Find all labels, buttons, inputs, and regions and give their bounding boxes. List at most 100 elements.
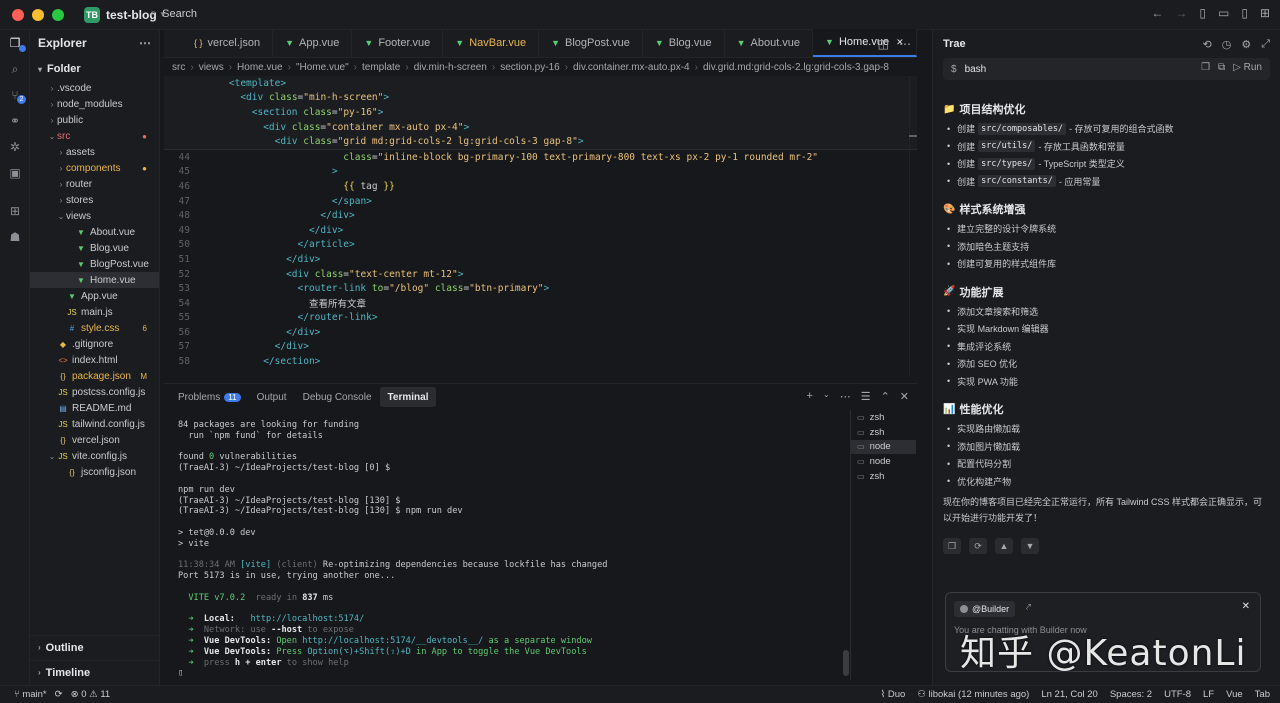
copy-icon[interactable]: ❐ bbox=[1201, 62, 1210, 73]
tree-item[interactable]: {} vercel.json bbox=[30, 432, 159, 448]
sticky-scroll[interactable]: <template> <div class = "min-h-screen" > <s… bbox=[164, 76, 917, 150]
tree-item[interactable]: ⌄ src ● bbox=[30, 128, 159, 144]
breadcrumb-item[interactable]: div.container.mx-auto.px-4 bbox=[573, 62, 690, 73]
tab-debug-console[interactable]: Debug Console bbox=[295, 387, 380, 407]
toggle-right-panel-icon[interactable]: ▯ bbox=[1241, 6, 1248, 20]
tree-item[interactable]: <> index.html bbox=[30, 352, 159, 368]
back-arrow-icon[interactable]: ← bbox=[1151, 6, 1163, 20]
tree-item[interactable]: ▼ BlogPost.vue bbox=[30, 256, 159, 272]
extensions-activity[interactable]: ⊞ bbox=[0, 198, 30, 224]
tree-item[interactable]: ▼ Home.vue bbox=[30, 272, 159, 288]
chevron-down-icon[interactable]: ⌄ bbox=[823, 390, 830, 403]
tree-item[interactable]: # style.css 6 bbox=[30, 320, 159, 336]
encoding[interactable]: UTF-8 bbox=[1164, 689, 1191, 700]
breadcrumb-item[interactable]: div.grid.md:grid-cols-2.lg:grid-cols-3.g… bbox=[703, 62, 889, 73]
code-line[interactable]: 44 class = "inline-block bg-primary-100 te… bbox=[164, 150, 917, 165]
more-actions-icon[interactable]: ⋯ bbox=[840, 390, 851, 403]
code-line[interactable]: 48 </div> bbox=[164, 208, 917, 223]
tree-item[interactable]: ⌄ views bbox=[30, 208, 159, 224]
code-line[interactable]: 46 {{ tag }} bbox=[164, 179, 917, 194]
tree-item[interactable]: › .vscode bbox=[30, 80, 159, 96]
insert-icon[interactable]: ⧉ bbox=[1218, 62, 1225, 73]
builder-chip[interactable]: @Builder bbox=[954, 601, 1016, 617]
code-line[interactable]: 50 </article> bbox=[164, 238, 917, 253]
expand-icon[interactable]: ⤢ bbox=[1261, 38, 1270, 51]
tab-blog-vue[interactable]: ▼ Blog.vue bbox=[643, 29, 725, 57]
source-control-activity[interactable]: ⑂ 2 bbox=[0, 82, 30, 108]
tree-item[interactable]: › router bbox=[30, 176, 159, 192]
debug-activity[interactable]: ✲ bbox=[0, 134, 30, 160]
terminal-output[interactable]: 84 packages are looking for funding run … bbox=[178, 420, 607, 679]
zoom-window-button[interactable] bbox=[52, 8, 64, 21]
tree-item[interactable]: › node_modules bbox=[30, 96, 159, 112]
tab-vercel-json[interactable]: { } vercel.json bbox=[182, 29, 274, 57]
terminal-session-node[interactable]: ▭ node bbox=[851, 454, 916, 469]
code-line[interactable]: <template> bbox=[164, 76, 917, 91]
more-actions-icon[interactable]: ⋯ bbox=[899, 37, 911, 51]
regenerate-icon[interactable]: ⟳ bbox=[969, 538, 987, 554]
forward-arrow-icon[interactable]: → bbox=[1175, 6, 1187, 20]
code-line[interactable]: <div class = "min-h-screen" > bbox=[164, 91, 917, 106]
tree-item[interactable]: › stores bbox=[30, 192, 159, 208]
project-badge[interactable]: TB bbox=[84, 6, 100, 23]
tool-icon[interactable]: ⤤ bbox=[1026, 602, 1031, 613]
code-line[interactable]: 51 </div> bbox=[164, 252, 917, 267]
tree-item[interactable]: › assets bbox=[30, 144, 159, 160]
terminal-session-zsh[interactable]: ▭ zsh bbox=[851, 425, 916, 440]
line-ending[interactable]: LF bbox=[1203, 689, 1214, 700]
customize-layout-icon[interactable]: ⊞ bbox=[1260, 6, 1270, 20]
tree-item[interactable]: ▼ About.vue bbox=[30, 224, 159, 240]
tree-item[interactable]: JS postcss.config.js bbox=[30, 384, 159, 400]
code-line[interactable]: 47 </span> bbox=[164, 194, 917, 209]
toggle-sidebar-icon[interactable]: ▯ bbox=[1199, 6, 1206, 20]
sync-icon[interactable]: ⟳ bbox=[55, 689, 63, 700]
run-button[interactable]: ▷ Run bbox=[1233, 62, 1262, 73]
folder-section-header[interactable]: ▾ Folder bbox=[30, 58, 159, 80]
close-panel-icon[interactable]: ✕ bbox=[900, 390, 909, 403]
breadcrumb-item[interactable]: section.py-16 bbox=[500, 62, 559, 73]
toggle-panel-icon[interactable]: ▭ bbox=[1218, 6, 1229, 20]
code-lines[interactable]: 44 class = "inline-block bg-primary-100 te… bbox=[164, 150, 917, 369]
terminal-layout-icon[interactable]: ☰ bbox=[861, 390, 871, 403]
terminal-scrollbar[interactable] bbox=[843, 650, 849, 676]
duo-status[interactable]: ⌇ Duo bbox=[881, 689, 906, 700]
terminal-session-node[interactable]: ▭ node bbox=[851, 439, 916, 455]
code-line[interactable]: <section class = "py-16" > bbox=[164, 105, 917, 120]
add-terminal-icon[interactable]: + bbox=[807, 390, 813, 403]
close-icon[interactable]: ✕ bbox=[1242, 601, 1250, 612]
more-actions-icon[interactable]: ⋯ bbox=[139, 36, 151, 50]
tree-item[interactable]: › components ● bbox=[30, 160, 159, 176]
code-line[interactable]: 56 </div> bbox=[164, 325, 917, 340]
maximize-panel-icon[interactable]: ⌃ bbox=[881, 390, 890, 403]
tree-item[interactable]: ⌄ JS vite.config.js bbox=[30, 448, 159, 464]
code-line[interactable]: <div class = "container mx-auto px-4" > bbox=[164, 120, 917, 135]
code-line[interactable]: 52 <div class = "text-center mt-12" > bbox=[164, 267, 917, 282]
breadcrumb-item[interactable]: "Home.vue" bbox=[296, 62, 349, 73]
tree-item[interactable]: ◆ .gitignore bbox=[30, 336, 159, 352]
tab-blogpost-vue[interactable]: ▼ BlogPost.vue bbox=[539, 29, 643, 57]
terminal-session-zsh[interactable]: ▭ zsh bbox=[851, 410, 916, 425]
extensions-link-activity[interactable]: ⚭ bbox=[0, 108, 30, 134]
tree-item[interactable]: › public bbox=[30, 112, 159, 128]
tree-item[interactable]: JS main.js bbox=[30, 304, 159, 320]
tab-footer-vue[interactable]: ▼ Footer.vue bbox=[352, 29, 444, 57]
terminal-session-zsh[interactable]: ▭ zsh bbox=[851, 469, 916, 484]
tab-app-vue[interactable]: ▼ App.vue bbox=[273, 29, 353, 57]
cursor-position[interactable]: Ln 21, Col 20 bbox=[1041, 689, 1098, 700]
mcp-activity[interactable]: ☗ bbox=[0, 224, 30, 250]
breadcrumb-item[interactable]: views bbox=[199, 62, 224, 73]
breadcrumb-item[interactable]: template bbox=[362, 62, 400, 73]
timeline-section[interactable]: › Timeline bbox=[30, 660, 160, 684]
problems-status[interactable]: ⊗ 0 ⚠ 11 bbox=[71, 689, 111, 700]
gear-icon[interactable]: ⚙ bbox=[1241, 38, 1251, 51]
tab-terminal[interactable]: Terminal bbox=[379, 387, 437, 407]
minimize-window-button[interactable] bbox=[32, 8, 44, 21]
search-bar[interactable]: ⌕ Search bbox=[150, 7, 197, 20]
code-line[interactable]: 54 查看所有文章 bbox=[164, 296, 917, 311]
thumbs-down-icon[interactable]: ▼ bbox=[1021, 538, 1039, 554]
code-line[interactable]: 53 <router-link to = "/blog" class = "btn-pr… bbox=[164, 281, 917, 296]
tab-output[interactable]: Output bbox=[249, 387, 295, 407]
code-view[interactable]: <template> <div class = "min-h-screen" > <s… bbox=[164, 76, 917, 369]
tab-about-vue[interactable]: ▼ About.vue bbox=[725, 29, 814, 57]
code-line[interactable]: 55 </router-link> bbox=[164, 311, 917, 326]
